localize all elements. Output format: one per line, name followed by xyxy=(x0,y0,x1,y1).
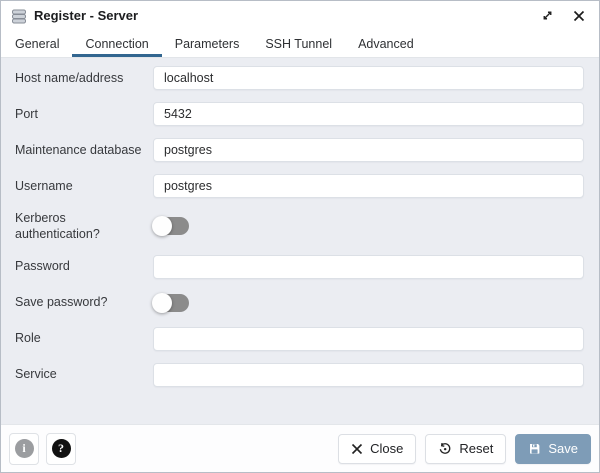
tab-connection[interactable]: Connection xyxy=(72,30,161,57)
password-label: Password xyxy=(15,259,70,274)
form-row-role: Role xyxy=(15,326,584,351)
port-label: Port xyxy=(15,106,38,121)
password-control xyxy=(153,254,584,279)
form-row-save-password: Save password? xyxy=(15,291,584,315)
kerberos-authentication-toggle[interactable] xyxy=(152,216,189,237)
maintenance-database-input[interactable] xyxy=(153,138,584,162)
username-label: Username xyxy=(15,178,73,193)
role-input[interactable] xyxy=(153,326,584,351)
close-button-label: Close xyxy=(370,441,404,456)
form-row-password: Password xyxy=(15,254,584,279)
server-stack-icon xyxy=(11,8,27,24)
role-label: Role xyxy=(15,331,41,346)
reset-button[interactable]: Reset xyxy=(425,433,507,464)
port-control xyxy=(153,102,584,126)
info-icon: i xyxy=(14,439,34,458)
info-button[interactable]: i xyxy=(9,432,39,465)
role-control xyxy=(153,326,584,351)
form-row-port: Port xyxy=(15,102,584,126)
form-row-maintenance-database: Maintenance database xyxy=(15,138,584,162)
footer-actions: Close Reset Save xyxy=(338,433,591,464)
port-input[interactable] xyxy=(153,102,584,126)
service-input[interactable] xyxy=(153,362,584,387)
close-icon[interactable] xyxy=(571,8,587,24)
toggle-knob xyxy=(152,216,172,237)
save-password-control xyxy=(152,292,584,313)
form-row-service: Service xyxy=(15,362,584,387)
save-button[interactable]: Save xyxy=(515,433,591,464)
form-row-kerberos-authentication: Kerberos authentication? xyxy=(15,210,584,243)
form-row-username: Username xyxy=(15,174,584,198)
service-label: Service xyxy=(15,367,57,382)
footer: i ? Close Reset Save xyxy=(1,424,599,472)
help-button[interactable]: ? xyxy=(46,432,76,465)
dialog-title: Register - Server xyxy=(34,8,139,23)
save-password-label: Save password? xyxy=(15,295,108,310)
kerberos-authentication-label: Kerberos authentication? xyxy=(15,211,100,242)
close-x-icon xyxy=(351,443,363,455)
form-row-host-name-address: Host name/address xyxy=(15,66,584,90)
help-icon: ? xyxy=(51,439,71,458)
username-input[interactable] xyxy=(153,174,584,198)
maintenance-database-control xyxy=(153,138,584,162)
tab-ssh-tunnel[interactable]: SSH Tunnel xyxy=(252,30,345,57)
maximize-icon[interactable] xyxy=(539,8,555,24)
tab-bar: General Connection Parameters SSH Tunnel Adv… xyxy=(1,30,599,58)
username-control xyxy=(153,174,584,198)
service-control xyxy=(153,362,584,387)
kerberos-authentication-control xyxy=(152,216,584,237)
close-button[interactable]: Close xyxy=(338,433,417,464)
form-fields: Host name/address Port Maintenance databas… xyxy=(1,58,599,424)
host-name-address-control xyxy=(153,66,584,90)
host-name-address-label: Host name/address xyxy=(15,70,124,85)
toggle-knob xyxy=(152,292,172,313)
save-button-label: Save xyxy=(548,441,578,456)
reset-icon xyxy=(438,442,452,456)
reset-button-label: Reset xyxy=(459,441,494,456)
tab-general[interactable]: General xyxy=(2,30,72,57)
save-floppy-icon xyxy=(528,442,541,455)
titlebar: Register - Server xyxy=(1,1,599,30)
titlebar-controls xyxy=(539,8,587,24)
password-input[interactable] xyxy=(153,254,584,279)
tab-parameters[interactable]: Parameters xyxy=(162,30,253,57)
register-server-dialog: Register - Server General Connection Param… xyxy=(0,0,600,473)
maintenance-database-label: Maintenance database xyxy=(15,142,142,157)
save-password-toggle[interactable] xyxy=(152,292,189,313)
host-name-address-input[interactable] xyxy=(153,66,584,90)
tab-advanced[interactable]: Advanced xyxy=(345,30,427,57)
